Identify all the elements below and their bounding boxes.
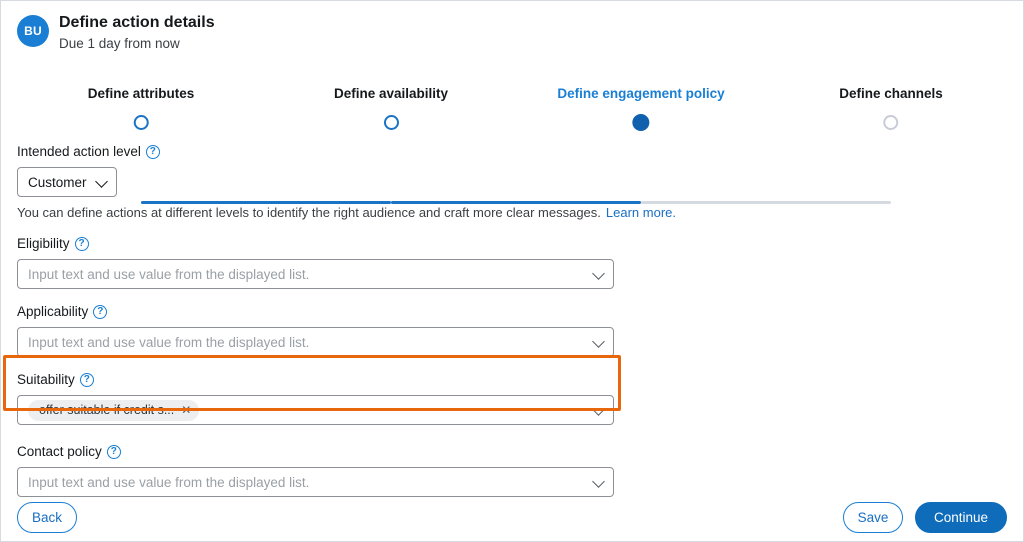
hint-text: You can define actions at different leve… [17,205,601,220]
label-row: Intended action level ? [17,143,1009,161]
label-row: Suitability ? [17,371,1009,389]
footer-left-actions: Back [17,502,77,533]
question-mark-icon[interactable]: ? [93,305,108,319]
define-action-details-page: BU Define action details Due 1 day from … [0,0,1024,542]
back-button[interactable]: Back [17,502,77,533]
suitability-chip-list: offer suitable if credit s... ✕ [28,399,587,421]
chevron-down-icon[interactable] [593,404,605,416]
question-mark-icon[interactable]: ? [145,145,160,159]
chevron-down-icon [96,176,108,188]
field-applicability: Applicability ? Input text and use value… [17,303,1009,357]
question-mark-icon[interactable]: ? [106,445,121,459]
field-label: Suitability [17,372,75,387]
field-label: Eligibility [17,236,70,251]
step-label: Define engagement policy [557,86,725,101]
field-contact-policy: Contact policy ? Input text and use valu… [17,443,1009,497]
footer-right-actions: Save Continue [843,502,1007,533]
label-row: Eligibility ? [17,235,1009,253]
applicability-combobox[interactable]: Input text and use value from the displa… [17,327,614,357]
field-eligibility: Eligibility ? Input text and use value f… [17,235,1009,289]
chip-label: offer suitable if credit s... [39,403,175,417]
page-header: BU Define action details Due 1 day from … [17,13,215,53]
suitability-combobox[interactable]: offer suitable if credit s... ✕ [17,395,614,425]
eligibility-placeholder: Input text and use value from the displa… [28,266,310,282]
contact-policy-combobox[interactable]: Input text and use value from the displa… [17,467,614,497]
question-mark-icon[interactable]: ? [74,237,89,251]
contact-policy-placeholder: Input text and use value from the displa… [28,474,310,490]
header-text-group: Define action details Due 1 day from now [59,13,215,53]
step-define-availability[interactable]: Define availability [334,85,448,130]
learn-more-link[interactable]: Learn more. [606,205,676,220]
field-suitability: Suitability ? offer suitable if credit s… [17,371,1009,425]
field-label: Contact policy [17,444,102,459]
suitability-chip[interactable]: offer suitable if credit s... ✕ [28,399,200,421]
step-label: Define availability [333,86,449,101]
step-define-engagement-policy[interactable]: Define engagement policy [557,85,725,131]
intended-action-level-hint: You can define actions at different leve… [17,204,1009,221]
step-dot-icon [383,115,399,130]
chevron-down-icon[interactable] [593,268,605,280]
intended-action-level-select[interactable]: Customer [17,167,117,197]
step-dot-icon [133,115,149,130]
step-label: Define channels [839,86,943,101]
step-dot-icon [883,115,899,130]
engagement-policy-form: Intended action level ? Customer You can… [17,143,1009,497]
close-icon[interactable]: ✕ [181,404,191,416]
step-label: Define attributes [87,86,195,101]
save-button[interactable]: Save [843,502,903,533]
chevron-down-icon[interactable] [593,476,605,488]
step-define-attributes[interactable]: Define attributes [87,85,195,130]
progress-stepper: Define attributes Define availability De… [1,85,1023,204]
label-row: Applicability ? [17,303,1009,321]
step-dot-icon [632,114,650,131]
due-date-text: Due 1 day from now [59,36,180,51]
field-label: Intended action level [17,144,141,159]
continue-button[interactable]: Continue [915,502,1007,533]
eligibility-combobox[interactable]: Input text and use value from the displa… [17,259,614,289]
question-mark-icon[interactable]: ? [79,373,94,387]
avatar: BU [17,15,49,47]
chevron-down-icon[interactable] [593,336,605,348]
step-define-channels[interactable]: Define channels [839,85,943,130]
field-label: Applicability [17,304,89,319]
field-intended-action-level: Intended action level ? Customer You can… [17,143,1009,221]
label-row: Contact policy ? [17,443,1009,461]
page-title: Define action details [59,14,215,31]
applicability-placeholder: Input text and use value from the displa… [28,334,310,350]
select-value: Customer [28,174,87,190]
